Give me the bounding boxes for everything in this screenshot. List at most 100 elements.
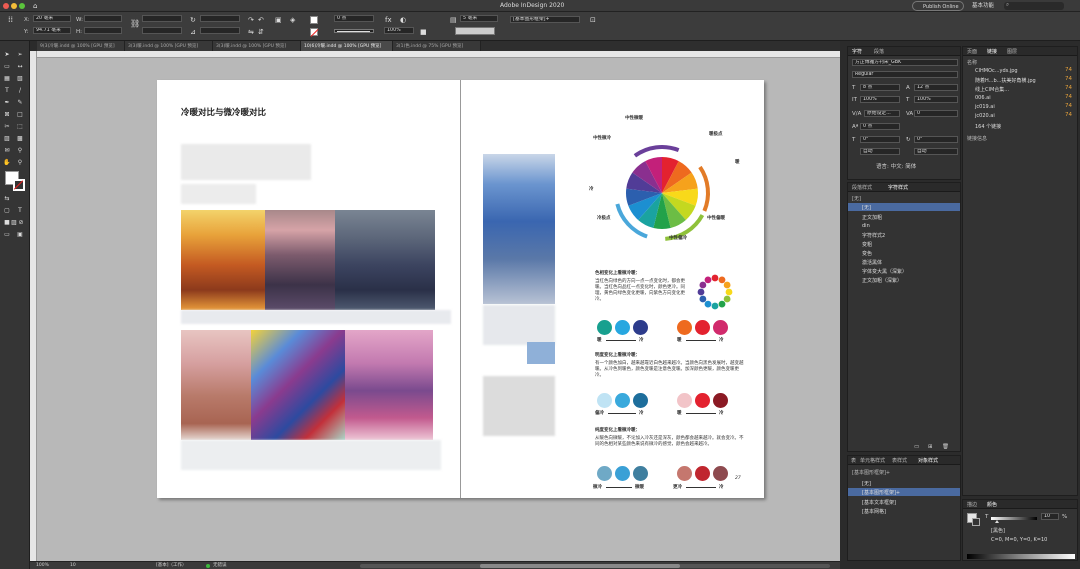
y-field[interactable]: 94.71 毫米 — [33, 27, 71, 34]
stroke-weight-field[interactable]: 0 点 — [334, 15, 374, 22]
rotate-field[interactable] — [200, 15, 240, 22]
tab-pages[interactable]: 页面 — [967, 48, 977, 55]
link-item[interactable]: jc020.ai — [975, 113, 995, 119]
gap-tool-icon[interactable]: ↔ — [16, 63, 24, 71]
note-tool-icon[interactable]: ✉ — [3, 147, 11, 155]
zoom-level[interactable]: 100% — [36, 563, 49, 569]
color-ramp[interactable] — [967, 554, 1075, 559]
auto-field-2[interactable]: 自动 — [914, 148, 958, 155]
tab-table-styles[interactable]: 表样式 — [892, 457, 907, 464]
pencil-tool-icon[interactable]: ✎ — [16, 99, 24, 107]
opacity-icon[interactable]: ◐ — [400, 17, 406, 24]
language-select[interactable]: 语言: 中文: 简体 — [876, 164, 916, 171]
tab-doc-2[interactable]: 3(3)暖.indd @ 100% [GPU 预览] — [125, 41, 213, 51]
formatting-container-icon[interactable]: ▢ — [3, 207, 11, 215]
char-rotate-field[interactable]: 0° — [914, 136, 958, 143]
line-tool-icon[interactable]: / — [16, 87, 24, 95]
object-style-item[interactable]: [无] — [862, 480, 871, 487]
object-style-item[interactable]: [基本文本框架] — [862, 499, 896, 506]
stroke-style-select[interactable] — [455, 27, 495, 35]
reference-point-icon[interactable]: ⁞⁞ — [8, 16, 13, 24]
content-collector-icon[interactable]: ▦ — [3, 75, 11, 83]
object-style-item[interactable]: [基本网格] — [862, 508, 886, 515]
scissors-tool-icon[interactable]: ✂ — [3, 123, 11, 131]
tab-links[interactable]: 链接 — [987, 48, 997, 55]
tab-doc-1[interactable]: 9(3)冷暖.indd @ 100% [GPU 预览] — [37, 41, 125, 51]
constrain-proportions-icon[interactable]: ⛓ — [130, 20, 140, 28]
hand-tool-icon[interactable]: ✋ — [3, 159, 11, 167]
link-item[interactable]: 线上CIM合集... — [975, 86, 1009, 93]
auto-field-1[interactable]: 自动 — [860, 148, 900, 155]
preview-mode-icon[interactable]: ▣ — [16, 231, 24, 239]
tab-doc-active[interactable]: 10(6)冷暖.indd @ 100% [GPU 预览] — [301, 41, 393, 51]
new-style-group-icon[interactable]: ▭ — [914, 444, 919, 451]
formatting-text-icon[interactable]: T — [16, 207, 24, 215]
fx-icon[interactable]: fx — [385, 17, 392, 24]
tracking-field[interactable]: 0 — [914, 110, 958, 117]
tab-character-styles[interactable]: 字符样式 — [888, 184, 908, 191]
scale-y-field[interactable] — [142, 27, 182, 34]
font-style-select[interactable]: Regular — [852, 71, 958, 78]
font-family-select[interactable]: 方正博雅方刊宋_GBK — [852, 59, 958, 66]
free-transform-tool-icon[interactable]: ⬚ — [16, 123, 24, 131]
skew-field[interactable]: 0° — [860, 136, 900, 143]
content-placer-icon[interactable]: ▧ — [16, 75, 24, 83]
page-indicator[interactable]: 10 — [70, 563, 76, 569]
selection-tool-icon[interactable]: ➤ — [3, 51, 11, 59]
tint-field[interactable]: 10 — [1041, 513, 1059, 520]
select-content-icon[interactable]: ◈ — [290, 17, 295, 24]
opacity-field[interactable]: 100% — [384, 27, 414, 34]
direct-selection-tool-icon[interactable]: ➢ — [16, 51, 24, 59]
horizontal-ruler[interactable] — [37, 51, 840, 58]
type-tool-icon[interactable]: T — [3, 87, 11, 95]
zoom-tool-icon[interactable]: ⚲ — [16, 159, 24, 167]
tab-layers[interactable]: 图层 — [1007, 48, 1017, 55]
font-size-field[interactable]: 8 点 — [860, 84, 900, 91]
normal-view-icon[interactable]: ▭ — [3, 231, 11, 239]
flip-vertical-icon[interactable]: ⇵ — [258, 29, 264, 36]
tab-object-styles[interactable]: 对象样式 — [918, 457, 938, 464]
tab-paragraph[interactable]: 段落 — [874, 48, 884, 55]
object-style-row-selected[interactable]: [基本图形框架]+ — [848, 488, 960, 496]
link-page-ref[interactable]: 74 — [1065, 76, 1072, 83]
rectangle-frame-tool-icon[interactable]: ⊠ — [3, 111, 11, 119]
pen-tool-icon[interactable]: ✒ — [3, 99, 11, 107]
style-item[interactable]: 字体变大黑（深紫） — [862, 268, 907, 275]
style-item[interactable]: 变色 — [862, 250, 872, 257]
style-item[interactable]: 字符样式2 — [862, 232, 885, 239]
drop-shadow-icon[interactable]: ■ — [420, 29, 427, 36]
vertical-ruler[interactable] — [30, 51, 37, 561]
document-canvas[interactable]: 冷暖对比与微冷暖对比 中性微暖 中性微冷 暖极点 暖 冷 冷极点 中性偏暖 中性… — [37, 58, 840, 561]
style-item[interactable]: 激活黑体 — [862, 259, 882, 266]
gradient-feather-tool-icon[interactable]: ▩ — [16, 135, 24, 143]
link-page-ref[interactable]: 74 — [1065, 85, 1072, 92]
select-container-icon[interactable]: ▣ — [275, 17, 282, 24]
swap-fill-stroke-icon[interactable]: ⇆ — [3, 195, 11, 203]
tab-paragraph-styles[interactable]: 段落样式 — [852, 184, 872, 191]
link-page-ref[interactable]: 74 — [1065, 67, 1072, 74]
publish-online-button[interactable]: Publish Online — [912, 1, 964, 11]
gradient-tool-icon[interactable]: ▨ — [3, 135, 11, 143]
kerning-field[interactable]: 原始设定... — [864, 110, 900, 117]
style-item[interactable]: 变粗 — [862, 241, 872, 248]
workspace-switcher[interactable]: 基本功能 — [972, 3, 994, 10]
offset-field[interactable]: 5 毫米 — [460, 15, 498, 22]
shear-field[interactable] — [200, 27, 240, 34]
width-field[interactable] — [84, 15, 122, 22]
scale-x-field[interactable] — [142, 15, 182, 22]
x-field[interactable]: 20 毫米 — [33, 15, 71, 22]
link-page-ref[interactable]: 74 — [1065, 112, 1072, 119]
preflight-status[interactable]: 无错误 — [213, 563, 227, 569]
rectangle-tool-icon[interactable]: □ — [16, 111, 24, 119]
search-field[interactable]: ⌕ — [1004, 2, 1064, 10]
link-item[interactable]: jc019.ai — [975, 104, 995, 110]
maximize-window-button[interactable] — [19, 3, 25, 9]
tab-cell-styles[interactable]: 单元格样式 — [860, 457, 885, 464]
style-item[interactable]: 正文加粗（深紫） — [862, 277, 902, 284]
vertical-scale-field[interactable]: 100% — [860, 96, 900, 103]
style-item[interactable]: 正文加粗 — [862, 214, 882, 221]
style-item[interactable]: din — [862, 223, 870, 229]
tab-table[interactable]: 表 — [851, 457, 856, 464]
rotate-90-cw-icon[interactable]: ↷ — [248, 17, 254, 24]
tab-stroke[interactable]: 描边 — [967, 501, 977, 508]
